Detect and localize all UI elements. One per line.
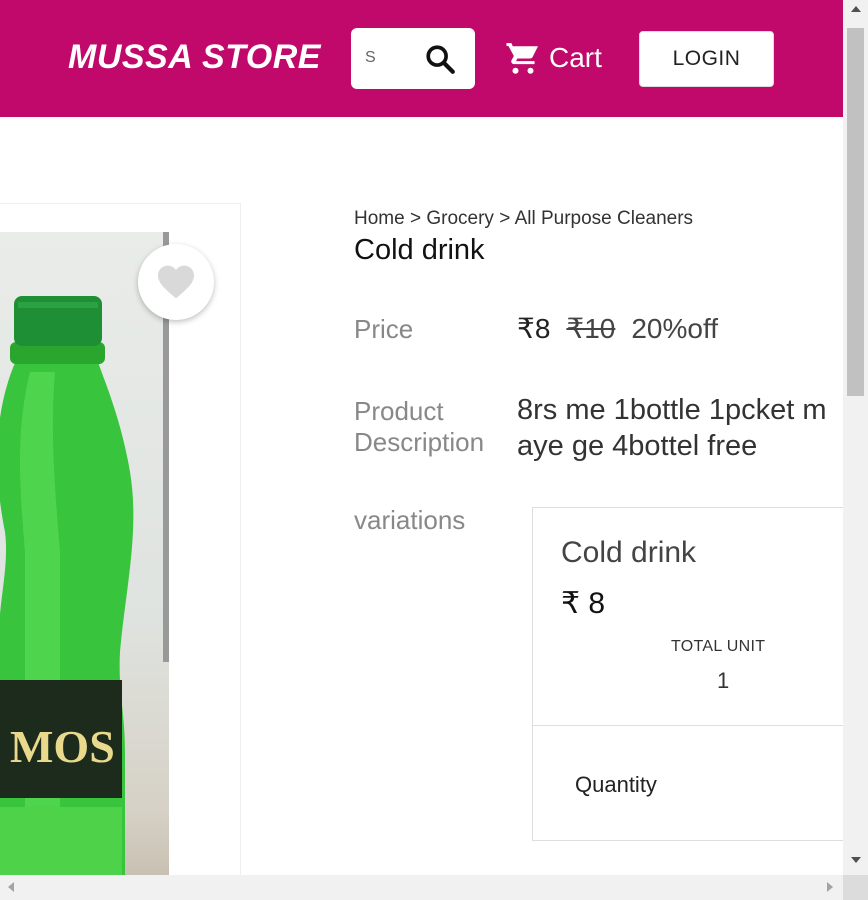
quantity-label: Quantity <box>575 772 657 797</box>
total-unit-value: 1 <box>717 668 730 693</box>
search-box[interactable] <box>351 28 475 89</box>
scroll-left-arrow-icon[interactable] <box>8 882 14 892</box>
description-label-line1: Product <box>354 396 444 426</box>
scrollbar-corner <box>843 875 868 900</box>
scroll-down-arrow-icon[interactable] <box>851 857 861 863</box>
description-label-line2: Description <box>354 427 485 457</box>
description-label: Product Description <box>354 396 484 458</box>
vertical-scrollbar[interactable] <box>843 0 868 875</box>
search-icon[interactable] <box>423 42 457 76</box>
breadcrumb-grocery[interactable]: Grocery <box>426 208 494 229</box>
bottle-illustration: MOS <box>0 296 134 875</box>
price-label: Price <box>354 314 414 344</box>
product-title: Cold drink <box>354 234 485 266</box>
variation-price: ₹ 8 <box>561 587 606 620</box>
total-unit-label: TOTAL UNIT <box>671 638 766 655</box>
vertical-scroll-thumb[interactable] <box>847 28 864 396</box>
variation-divider <box>533 725 843 726</box>
bottle-label-text: MOS <box>10 721 115 772</box>
breadcrumb-separator: > <box>499 208 511 229</box>
breadcrumb: Home > Grocery > All Purpose Cleaners <box>354 208 693 230</box>
heart-icon <box>158 265 194 299</box>
cart-button[interactable]: Cart <box>505 38 602 78</box>
description-line1: 8rs me 1bottle 1pcket m <box>517 394 827 426</box>
variations-label: variations <box>354 505 466 535</box>
top-header: MUSSA STORE Cart LOGIN <box>0 0 843 117</box>
store-logo[interactable]: MUSSA STORE <box>68 38 321 77</box>
horizontal-scrollbar[interactable] <box>0 875 843 900</box>
breadcrumb-separator: > <box>409 208 422 229</box>
original-price: ₹10 <box>566 313 616 344</box>
scroll-up-arrow-icon[interactable] <box>851 6 861 12</box>
current-price: ₹8 <box>517 313 551 344</box>
product-image[interactable]: MOS <box>0 232 169 875</box>
scroll-right-arrow-icon[interactable] <box>827 882 833 892</box>
discount-text: 20%off <box>631 313 719 344</box>
description-line2: aye ge 4bottel free <box>517 430 758 462</box>
price-row: ₹8 ₹10 20%off <box>517 312 718 345</box>
cart-icon <box>506 43 538 74</box>
variation-card[interactable]: Cold drink ₹ 8 TOTAL UNIT 1 Quantity <box>532 507 843 841</box>
login-button[interactable]: LOGIN <box>639 31 774 87</box>
breadcrumb-category[interactable]: All Purpose Cleaners <box>515 208 693 229</box>
wishlist-button[interactable] <box>138 244 214 320</box>
search-input[interactable] <box>365 46 409 70</box>
product-description: 8rs me 1bottle 1pcket m aye ge 4bottel f… <box>517 392 826 464</box>
page-viewport: MUSSA STORE Cart LOGIN <box>0 0 843 875</box>
cart-label: Cart <box>549 42 602 73</box>
variation-name: Cold drink <box>561 536 697 569</box>
breadcrumb-home[interactable]: Home <box>354 208 405 229</box>
